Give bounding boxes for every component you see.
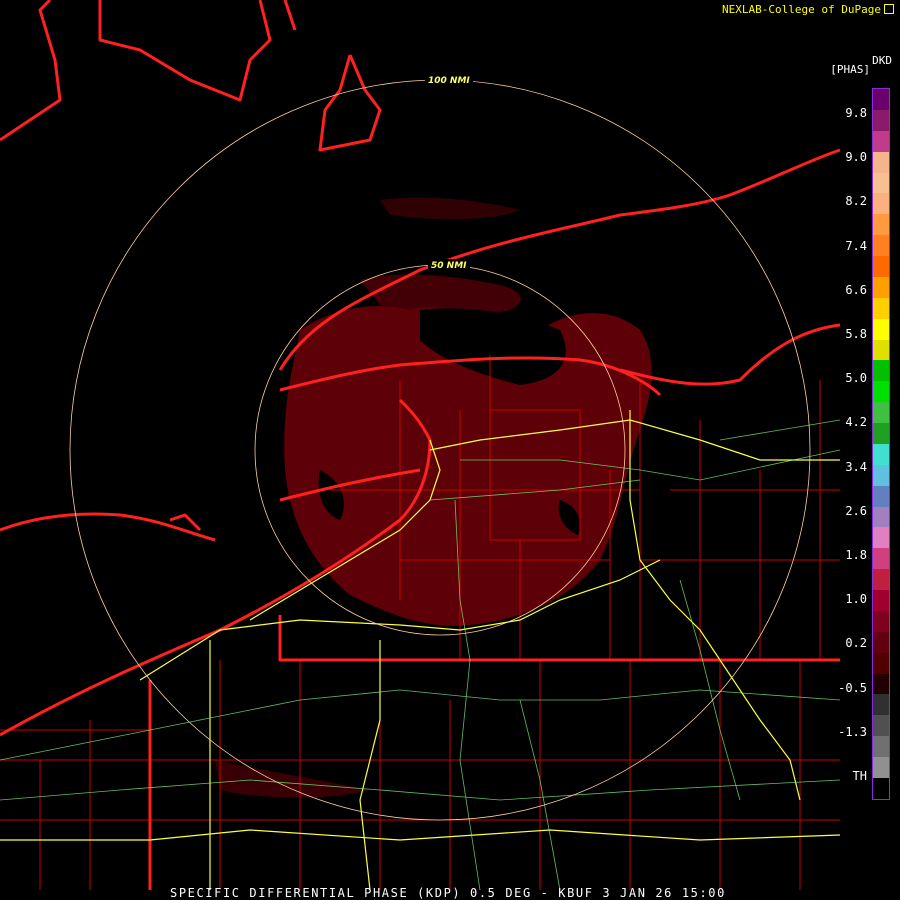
color-scale-tick: 0.2	[845, 636, 867, 651]
color-scale-segment	[873, 360, 889, 382]
color-scale-segment	[873, 381, 889, 403]
ring-label-100: 100 NMI	[428, 76, 470, 86]
color-scale-tick: 8.2	[845, 194, 867, 209]
color-scale-segment	[873, 276, 889, 298]
color-scale-tick: 6.6	[845, 282, 867, 297]
color-scale-segment	[873, 569, 889, 590]
color-scale-tick: 7.4	[845, 238, 867, 253]
color-scale-segment	[873, 318, 889, 340]
color-scale-segment	[873, 652, 889, 674]
color-scale-tick: 4.2	[845, 415, 867, 430]
color-scale-segment	[873, 527, 889, 549]
color-scale-segment	[873, 402, 889, 423]
credit-label: NEXLAB-College of DuPage	[722, 3, 881, 16]
color-scale-tick: 3.4	[845, 459, 867, 474]
color-scale-tick: 5.8	[845, 327, 867, 341]
color-scale-segment	[873, 506, 889, 528]
color-scale-segment	[873, 256, 889, 277]
color-scale-segment	[873, 109, 889, 131]
ring-label-50: 50 NMI	[431, 261, 467, 271]
color-scale-tick: TH	[852, 769, 867, 783]
credit-text: NEXLAB-College of DuPage	[722, 3, 894, 16]
legend-product-code: DKD	[872, 54, 892, 67]
radar-echo-region	[215, 197, 652, 798]
color-scale-segment	[873, 172, 889, 194]
color-scale-tick: -0.5	[838, 680, 867, 695]
range-ring-labels: 100 NMI 50 NMI	[425, 74, 473, 271]
color-scale-segment	[873, 736, 889, 757]
radar-map: 100 NMI 50 NMI	[0, 0, 841, 891]
color-scale-segment	[873, 339, 889, 361]
product-footer: SPECIFIC DIFFERENTIAL PHASE (KDP) 0.5 DE…	[170, 886, 726, 900]
color-scale-segment	[873, 423, 889, 444]
color-scale-segment	[873, 151, 889, 173]
color-scale-segment	[873, 130, 889, 152]
color-scale-segment	[873, 548, 889, 570]
color-scale-tick: 2.6	[845, 503, 867, 518]
color-scale-segment	[873, 297, 889, 319]
color-scale-segment	[873, 193, 889, 215]
color-scale-segment	[873, 590, 889, 611]
color-scale-segment	[873, 610, 889, 632]
color-scale-tick: -1.3	[838, 724, 867, 739]
color-scale-segment	[873, 694, 889, 716]
color-scale-segment	[873, 715, 889, 737]
color-scale-segment	[873, 235, 889, 256]
color-scale-bar	[872, 88, 890, 800]
color-scale-segment	[873, 485, 889, 507]
color-scale-tick: 5.0	[845, 371, 867, 386]
color-scale-segment	[873, 757, 889, 778]
color-scale-tick: 9.0	[845, 150, 867, 165]
color-scale-tick: 1.8	[845, 548, 867, 562]
color-scale-segment	[873, 214, 889, 236]
color-scale-tick: 9.8	[845, 106, 867, 120]
color-scale-segment	[873, 631, 889, 653]
color-scale-segment	[873, 89, 889, 110]
color-scale-segment	[873, 464, 889, 486]
external-link-icon	[884, 4, 894, 14]
color-scale-segment	[873, 673, 889, 695]
color-scale-segment	[873, 777, 889, 799]
color-scale-tick: 1.0	[845, 592, 867, 607]
legend-unit: [PHAS]	[830, 63, 870, 76]
color-scale-segment	[873, 443, 889, 465]
